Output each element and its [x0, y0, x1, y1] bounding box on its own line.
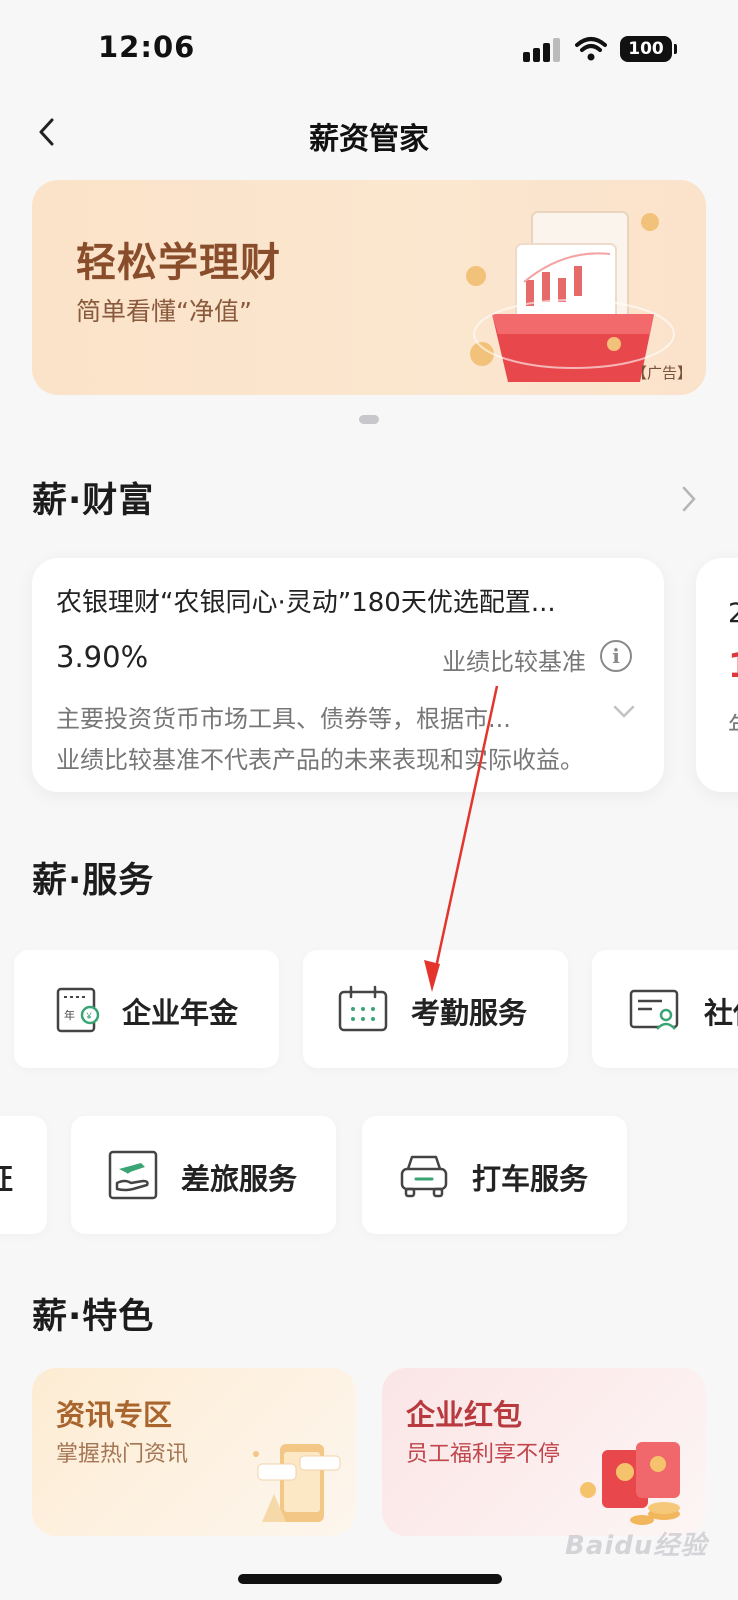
service-tile-social-security[interactable]: 社保 [592, 950, 738, 1068]
feature-subtitle-news: 掌握热门资讯 [56, 1442, 189, 1467]
attendance-calendar-icon [338, 985, 388, 1032]
feature-title-red-packet: 企业红包 [406, 1398, 523, 1432]
ad-label: 【广告】 [631, 364, 692, 382]
service-label-pension: 企业年金 [122, 996, 239, 1030]
battery-indicator: 100 [620, 36, 677, 62]
page: 12:06 100 薪资管家 轻松学理财 简单看懂“净值” 【广告】 薪·财富 … [0, 0, 738, 1600]
svg-text:¥: ¥ [86, 1011, 93, 1021]
travel-plane-icon [108, 1150, 158, 1200]
features-section-title: 薪·特色 [32, 1297, 155, 1337]
carousel-indicator [359, 415, 379, 424]
red-packet-illustration [580, 1442, 680, 1525]
svg-text:年: 年 [64, 1008, 75, 1022]
feature-card-news[interactable]: 资讯专区 掌握热门资讯 [32, 1368, 356, 1536]
service-label-social-security: 社保 [704, 996, 738, 1030]
next-card-label: 年 [728, 706, 738, 741]
service-tile-attendance[interactable]: 考勤服务 [303, 950, 568, 1068]
info-icon[interactable]: i [600, 640, 632, 672]
service-label-taxi: 打车服务 [472, 1162, 589, 1196]
news-phone-illustration [253, 1444, 341, 1522]
next-card-rate: 1 [728, 646, 738, 686]
home-indicator[interactable] [238, 1574, 502, 1584]
product-description: 主要投资货币市场工具、债券等，根据市... [56, 705, 511, 733]
wealth-product-card[interactable]: 农银理财“农银同心·灵动”180天优选配置... 3.90% 业绩比较基准 i … [32, 558, 664, 792]
chevron-down-icon[interactable] [610, 700, 638, 722]
banner-title: 轻松学理财 [76, 240, 281, 286]
service-tile-taxi[interactable]: 打车服务 [362, 1116, 627, 1234]
finance-gift-box-illustration [466, 211, 675, 382]
social-security-icon [629, 989, 679, 1030]
feature-title-news: 资讯专区 [56, 1398, 173, 1432]
service-tile-travel[interactable]: 差旅服务 [71, 1116, 336, 1234]
service-label-partial: 证 [0, 1156, 13, 1198]
banner-subtitle: 简单看懂“净值” [76, 297, 252, 326]
chevron-right-icon[interactable] [678, 482, 700, 516]
service-tile-pension[interactable]: 年 ¥ 企业年金 [14, 950, 279, 1068]
product-rate: 3.90% [56, 640, 149, 674]
cellular-signal-icon [523, 38, 561, 62]
nav-bar: 薪资管家 [0, 100, 738, 164]
page-title: 薪资管家 [309, 122, 429, 157]
service-tile-partial[interactable]: 证 [0, 1116, 47, 1234]
feature-subtitle-red-packet: 员工福利享不停 [406, 1442, 561, 1467]
wealth-section-title: 薪·财富 [32, 481, 155, 521]
taxi-car-icon [400, 1155, 448, 1198]
service-label-travel: 差旅服务 [181, 1162, 298, 1196]
wifi-icon [575, 37, 607, 61]
services-section-title: 薪·服务 [32, 861, 155, 901]
product-name: 农银理财“农银同心·灵动”180天优选配置... [56, 588, 556, 618]
pension-calendar-icon: 年 ¥ [56, 987, 100, 1033]
baidu-watermark: Baidu经验 [565, 1531, 708, 1561]
status-bar: 12:06 100 [0, 0, 738, 100]
promo-banner[interactable]: 轻松学理财 简单看懂“净值” 【广告】 [32, 180, 706, 395]
rate-label: 业绩比较基准 [442, 648, 586, 676]
feature-card-red-packet[interactable]: 企业红包 员工福利享不停 [382, 1368, 706, 1536]
service-label-attendance: 考勤服务 [411, 996, 528, 1030]
wealth-product-card-next[interactable]: 2 1 年 [696, 558, 738, 792]
status-time: 12:06 [98, 30, 196, 64]
next-card-text: 2 [728, 598, 738, 629]
product-disclaimer: 业绩比较基准不代表产品的未来表现和实际收益。 [56, 746, 584, 774]
